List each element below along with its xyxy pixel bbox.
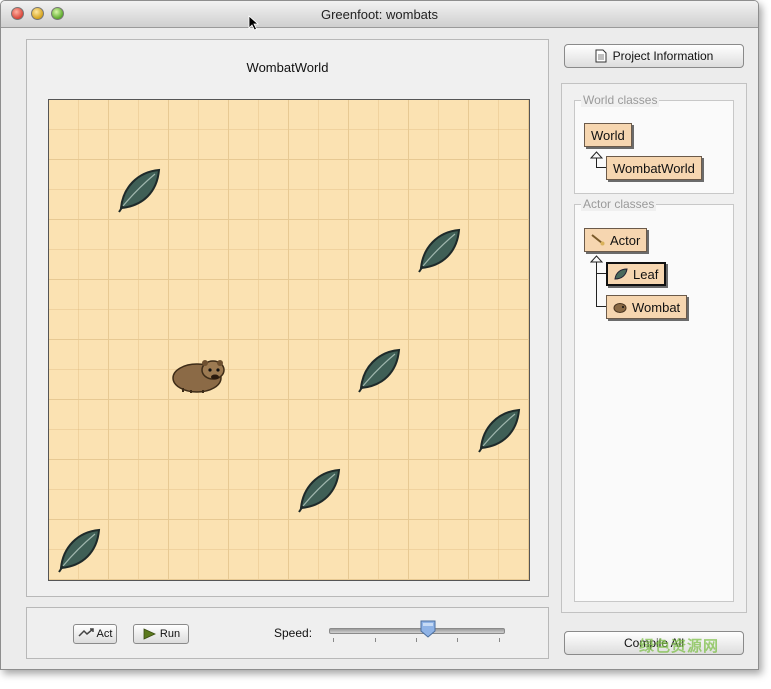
document-icon (595, 49, 607, 63)
run-label: Run (159, 628, 181, 640)
class-leaf-label: Leaf (633, 266, 659, 282)
leaf-actor[interactable] (469, 400, 529, 460)
execution-controls: Act Run Speed: (26, 607, 549, 659)
act-label: Act (96, 628, 113, 640)
world-classes-group: World classes World WombatWorld (574, 93, 734, 194)
class-world[interactable]: World (584, 123, 632, 147)
world-grid[interactable] (48, 99, 530, 581)
slider-tick (375, 638, 376, 642)
leaf-actor[interactable] (409, 220, 469, 280)
speed-slider-knob[interactable] (420, 620, 436, 638)
act-button[interactable]: Act (73, 624, 117, 644)
leaf-actor[interactable] (109, 160, 169, 220)
act-icon (78, 628, 94, 637)
inheritance-arrow-icon (590, 151, 603, 159)
leaf-actor[interactable] (289, 460, 349, 520)
leaf-actor[interactable] (49, 520, 109, 580)
greenfoot-window: Greenfoot: wombats WombatWorld Act Run S… (0, 0, 759, 670)
class-actor-label: Actor (610, 232, 641, 248)
play-icon (143, 628, 156, 640)
class-wombat[interactable]: Wombat (606, 295, 688, 319)
watermark-text: 绿色资源网 (639, 638, 720, 655)
slider-tick (457, 638, 458, 642)
class-wombat-label: Wombat (632, 299, 681, 315)
class-wombatworld[interactable]: WombatWorld (606, 156, 702, 180)
inheritance-arrow-icon (590, 255, 603, 263)
class-wombatworld-label: WombatWorld (613, 160, 695, 176)
slider-tick (499, 638, 500, 642)
inheritance-line (596, 273, 606, 274)
class-actor[interactable]: Actor (584, 228, 648, 252)
inheritance-line (596, 167, 606, 168)
mouse-pointer-icon (248, 15, 260, 31)
class-browser: World classes World WombatWorld Actor cl… (561, 83, 747, 613)
slider-tick (333, 638, 334, 642)
inheritance-line (596, 306, 606, 307)
project-information-button[interactable]: Project Information (564, 44, 744, 68)
project-information-label: Project Information (612, 49, 714, 63)
world-title: WombatWorld (246, 60, 329, 75)
speed-slider-track[interactable] (329, 628, 505, 634)
class-world-label: World (591, 127, 625, 143)
leaf-actor[interactable] (349, 340, 409, 400)
slider-tick (416, 638, 417, 642)
class-leaf[interactable]: Leaf (606, 262, 667, 286)
wombat-icon (613, 303, 627, 313)
world-classes-heading: World classes (581, 93, 660, 107)
title-bar: Greenfoot: wombats (1, 1, 758, 31)
actor-icon (591, 234, 605, 246)
window-title: Greenfoot: wombats (320, 7, 439, 22)
inheritance-line (596, 261, 597, 307)
world-panel: WombatWorld (26, 39, 549, 597)
actor-classes-group: Actor classes Actor Leaf Wombat (574, 197, 734, 602)
run-button[interactable]: Run (133, 624, 189, 644)
wombat-actor[interactable] (169, 340, 229, 400)
actor-classes-heading: Actor classes (581, 197, 657, 211)
speed-label: Speed: (274, 626, 313, 640)
leaf-icon (614, 268, 628, 280)
